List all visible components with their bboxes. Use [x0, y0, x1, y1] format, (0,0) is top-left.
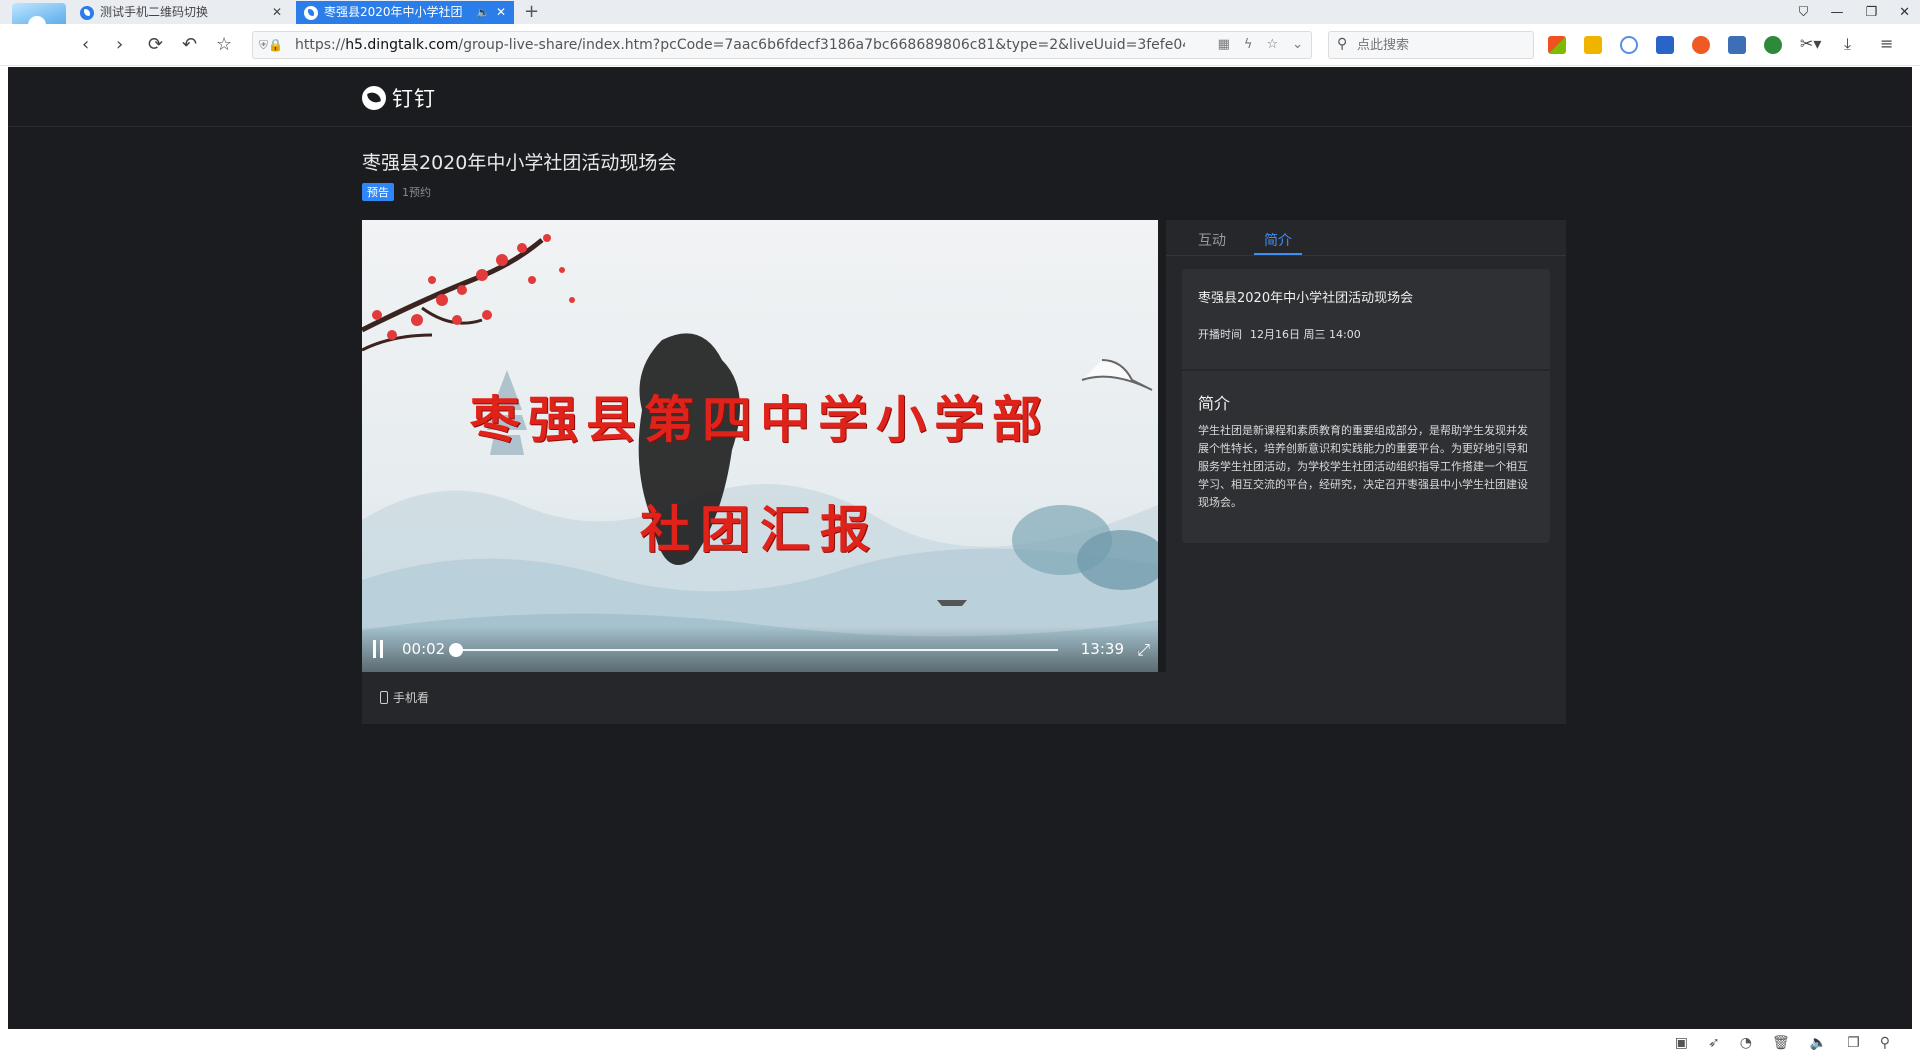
book-icon[interactable] [1728, 36, 1746, 54]
url-text[interactable]: https://h5.dingtalk.com/group-live-share… [295, 32, 1185, 58]
video-player[interactable]: 枣强县第四中学小学部 社团汇报 00:02 13:39 ⤢ [362, 220, 1158, 672]
apps-icon[interactable] [1548, 36, 1566, 54]
side-panel: 互动 简介 枣强县2020年中小学社团活动现场会 开播时间 12月16日 周三 1… [1166, 220, 1566, 672]
tab-title: 枣强县2020年中小学社团 [324, 5, 463, 19]
dingtalk-logo-icon [362, 86, 386, 110]
pause-icon[interactable] [372, 640, 384, 658]
address-toolbar: ‹ › ⟳ ↶ ☆ ⛨🔒 https://h5.dingtalk.com/gro… [0, 24, 1920, 66]
window-icon[interactable]: ❐ [1847, 1035, 1860, 1051]
star-icon[interactable]: ☆ [216, 33, 232, 57]
speed-icon[interactable]: ◔ [1740, 1035, 1752, 1051]
dingtalk-favicon-icon [304, 6, 318, 20]
image-icon[interactable]: ▣ [1675, 1035, 1688, 1051]
progress-handle[interactable] [449, 643, 463, 657]
intro-card: 简介 学生社团是新课程和素质教育的重要组成部分，是帮助学生发现并发展个性特长，培… [1182, 371, 1550, 543]
back-arrow-icon[interactable]: ‹ [82, 33, 89, 57]
search-box[interactable]: ⚲ [1328, 31, 1534, 59]
globe-icon[interactable] [1764, 36, 1782, 54]
page-content: 钉钉 枣强县2020年中小学社团活动现场会 预告 1预约 枣强县第四中学小学部 … [8, 67, 1912, 1029]
volume-icon[interactable]: 🔈 [1810, 1035, 1827, 1051]
shield-icon: ⛨🔒 [259, 38, 283, 52]
player-controls: 00:02 13:39 ⤢ [362, 626, 1158, 672]
window-controls: ⛉ — ❐ ✕ [1799, 0, 1910, 24]
new-tab-button[interactable]: + [524, 0, 539, 24]
minimize-icon[interactable]: — [1830, 5, 1843, 20]
reservation-count: 1预约 [402, 186, 431, 199]
event-info-card: 枣强县2020年中小学社团活动现场会 开播时间 12月16日 周三 14:00 [1182, 269, 1550, 369]
browser-status-bar: ▣ ➶ ◔ 🗑 🔈 ❐ ⚲ [0, 1029, 1920, 1060]
close-tab-icon[interactable]: ✕ [272, 1, 282, 24]
event-title: 枣强县2020年中小学社团活动现场会 [1198, 291, 1414, 306]
scissors-icon[interactable]: ✂▾ [1800, 32, 1821, 56]
browser-tab-1[interactable]: 测试手机二维码切换 ✕ [72, 1, 290, 24]
live-title: 枣强县2020年中小学社团活动现场会 [362, 152, 677, 174]
video-title-line2: 社团汇报 [640, 500, 880, 559]
font-a-icon[interactable] [1656, 36, 1674, 54]
lightning-icon[interactable]: ϟ [1244, 32, 1253, 58]
fullscreen-icon[interactable]: ⤢ [1137, 640, 1150, 660]
video-title-line1: 枣强县第四中学小学部 [470, 390, 1050, 449]
trash-icon[interactable]: 🗑 [1772, 1035, 1790, 1051]
event-time: 开播时间 12月16日 周三 14:00 [1198, 328, 1361, 341]
menu-icon[interactable]: ≡ [1880, 32, 1893, 56]
dingtalk-logo[interactable]: 钉钉 [362, 83, 436, 113]
shirt-skin-icon[interactable]: ⛉ [1799, 5, 1809, 20]
brand-name: 钉钉 [392, 87, 436, 111]
total-time: 13:39 [1080, 640, 1124, 658]
reload-icon[interactable]: ⟳ [148, 33, 163, 57]
minus-circle-icon[interactable] [1620, 36, 1638, 54]
qr-code-icon[interactable]: ▦ [1218, 32, 1230, 58]
zoom-icon[interactable]: ⚲ [1880, 1035, 1890, 1051]
progress-bar[interactable] [449, 643, 1058, 657]
tab-interact[interactable]: 互动 [1198, 230, 1226, 250]
active-tab-indicator [1254, 253, 1302, 255]
flame-icon[interactable] [1692, 36, 1710, 54]
current-time: 00:02 [402, 640, 446, 658]
intro-heading: 简介 [1198, 394, 1231, 413]
rocket-icon[interactable]: ➶ [1708, 1035, 1720, 1051]
search-input[interactable] [1357, 35, 1527, 55]
status-badge: 预告 [362, 183, 394, 201]
browser-tab-2[interactable]: 枣强县2020年中小学社团 🔈 ✕ [296, 1, 514, 24]
watch-bar: 手机看 [362, 672, 1566, 724]
speaker-icon[interactable]: 🔈 [476, 1, 490, 24]
tab-title: 测试手机二维码切换 [100, 5, 209, 19]
favorite-star-icon[interactable]: ☆ [1266, 32, 1278, 58]
status-row: 预告 1预约 [362, 183, 431, 201]
translate-icon[interactable] [1584, 36, 1602, 54]
tab-bar: 测试手机二维码切换 ✕ 枣强县2020年中小学社团 🔈 ✕ + ⛉ — ❐ ✕ [0, 0, 1920, 24]
site-header: 钉钉 [8, 67, 1912, 127]
restore-icon[interactable]: ❐ [1865, 5, 1877, 20]
download-icon[interactable]: ⤓ [1844, 32, 1851, 56]
forward-arrow-icon[interactable]: › [116, 33, 123, 57]
tab-intro[interactable]: 简介 [1264, 230, 1292, 250]
close-window-icon[interactable]: ✕ [1899, 5, 1910, 20]
panel-tabs: 互动 简介 [1166, 220, 1566, 256]
search-icon: ⚲ [1337, 36, 1348, 52]
chevron-down-icon[interactable]: ⌄ [1292, 32, 1303, 58]
close-tab-icon[interactable]: ✕ [496, 1, 506, 24]
dingtalk-favicon-icon [80, 6, 94, 20]
undo-icon[interactable]: ↶ [182, 33, 197, 57]
phone-icon [380, 691, 388, 704]
intro-text: 学生社团是新课程和素质教育的重要组成部分，是帮助学生发现并发展个性特长，培养创新… [1198, 424, 1528, 509]
url-bar[interactable]: ⛨🔒 https://h5.dingtalk.com/group-live-sh… [252, 31, 1312, 59]
watch-on-phone-button[interactable]: 手机看 [393, 689, 429, 706]
